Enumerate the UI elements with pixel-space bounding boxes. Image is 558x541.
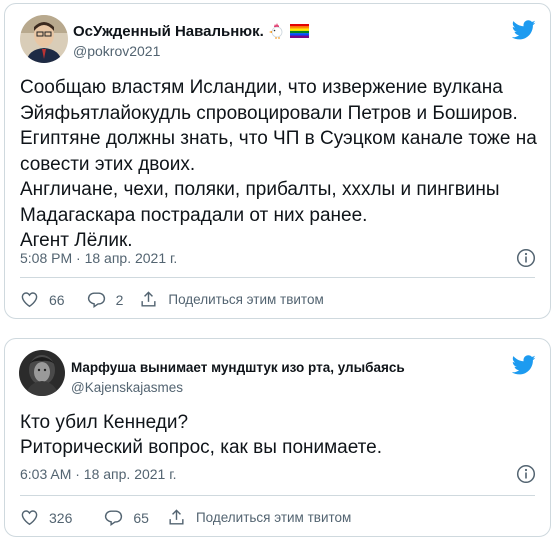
- tweet-card[interactable]: ОсУжденный Навальнюк. @pokrov2021 Сообща…: [4, 3, 551, 319]
- reply-button[interactable]: 65: [104, 508, 149, 527]
- reply-bubble-icon: [105, 510, 123, 526]
- like-button[interactable]: 66: [20, 290, 65, 309]
- tweet-timestamp[interactable]: 5:08 PM · 18 апр. 2021 г.: [20, 250, 177, 266]
- tweet-card[interactable]: Марфуша вынимает мундштук изо рта, улыба…: [4, 338, 551, 537]
- share-icon: [169, 509, 184, 525]
- avatar[interactable]: [20, 15, 68, 63]
- tweet-line: Эйяфьятлайокудль спровоцировали Петров и…: [20, 102, 518, 124]
- action-bar: 326 65 Поделиться этим твитом: [20, 508, 351, 527]
- author-name-row[interactable]: Марфуша вынимает мундштук изо рта, улыба…: [71, 360, 405, 375]
- tweet-line: Египтяне должны знать, что ЧП в Суэцком …: [20, 128, 537, 149]
- like-count: 326: [49, 509, 73, 526]
- tweet-line: Кто убил Кеннеди?: [20, 412, 189, 433]
- author-handle[interactable]: @pokrov2021: [73, 43, 160, 59]
- tweet-line: Риторический вопрос, как вы понимаете.: [20, 437, 383, 458]
- tweet-line: совести этих двоих.: [20, 153, 196, 175]
- heart-icon: [21, 292, 38, 308]
- tweet-line: Мадагаскара пострадали от них ранее.: [20, 204, 368, 226]
- reply-count: 65: [133, 509, 149, 526]
- like-button[interactable]: 326: [20, 508, 72, 527]
- share-icon: [141, 291, 156, 307]
- tweet-text: Сообщаю властям Исландии, что извержение…: [20, 75, 540, 254]
- rainbow-flag-emoji-icon: [289, 24, 309, 38]
- rooster-emoji-icon: [268, 23, 283, 39]
- tweet-line: Англичане, чехи, поляки, прибалты, хххлы…: [20, 179, 500, 200]
- author-name[interactable]: ОсУжденный Навальнюк.: [73, 23, 264, 40]
- like-count: 66: [49, 291, 65, 308]
- author-name-row[interactable]: ОсУжденный Навальнюк.: [73, 22, 309, 40]
- info-icon[interactable]: [516, 464, 536, 484]
- tweet-line: Сообщаю властям Исландии, что извержение…: [20, 77, 503, 98]
- share-label: Поделиться этим твитом: [195, 510, 352, 525]
- twitter-bird-icon[interactable]: [512, 353, 536, 377]
- avatar[interactable]: [19, 350, 65, 396]
- share-button[interactable]: Поделиться этим твитом: [139, 290, 324, 309]
- author-name[interactable]: Марфуша вынимает мундштук изо рта, улыба…: [71, 360, 405, 375]
- tweet-timestamp[interactable]: 6:03 AM · 18 апр. 2021 г.: [20, 466, 177, 482]
- reply-count: 2: [115, 291, 124, 308]
- twitter-bird-icon[interactable]: [512, 18, 536, 42]
- avatar-photo: [19, 350, 65, 396]
- avatar-photo: [20, 15, 68, 63]
- reply-button[interactable]: 2: [87, 290, 124, 309]
- share-label: Поделиться этим твитом: [168, 292, 324, 307]
- info-icon[interactable]: [516, 248, 536, 268]
- reply-bubble-icon: [87, 292, 105, 308]
- divider: [20, 277, 535, 278]
- share-button[interactable]: Поделиться этим твитом: [167, 508, 351, 527]
- tweet-text: Кто убил Кеннеди? Риторический вопрос, к…: [20, 410, 540, 460]
- author-handle[interactable]: @Kajenskajasmes: [71, 380, 183, 395]
- divider: [20, 495, 535, 496]
- action-bar: 66 2 Поделиться этим твитом: [20, 290, 324, 309]
- heart-icon: [21, 510, 38, 526]
